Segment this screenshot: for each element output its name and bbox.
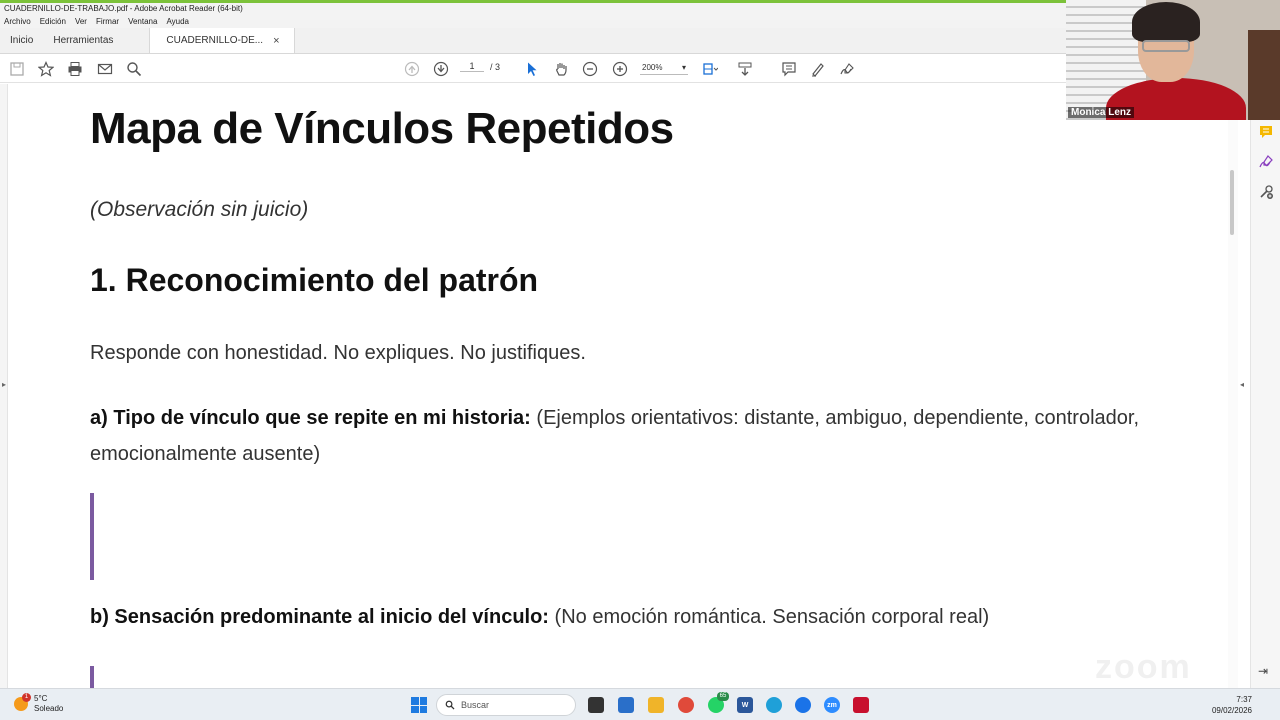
menu-firmar[interactable]: Firmar xyxy=(96,15,119,28)
intro-paragraph: Responde con honestidad. No expliques. N… xyxy=(90,342,586,364)
page-navigator: 1 / 3 xyxy=(460,61,500,72)
zoom-level-value: 200% xyxy=(642,63,663,72)
save-icon[interactable] xyxy=(8,60,26,78)
tab-document-label: CUADERNILLO-DE... xyxy=(166,34,264,46)
tab-home[interactable]: Inicio xyxy=(0,28,43,53)
question-b-label: b) Sensación predominante al inicio del … xyxy=(90,606,549,628)
select-cursor-icon[interactable] xyxy=(523,60,541,78)
folder-icon[interactable] xyxy=(648,697,664,713)
whatsapp-badge: 65 xyxy=(717,692,729,701)
page-up-icon[interactable] xyxy=(403,60,421,78)
highlight-icon[interactable] xyxy=(809,60,827,78)
hand-icon[interactable] xyxy=(552,60,570,78)
section-heading: 1. Reconocimiento del patrón xyxy=(90,262,539,298)
clock-date: 09/02/2026 xyxy=(1211,706,1252,715)
chevron-right-icon[interactable]: ▸ xyxy=(2,380,6,389)
system-clock[interactable]: 7:37 09/02/2026 xyxy=(1206,694,1252,716)
chrome-icon[interactable] xyxy=(678,697,694,713)
sun-icon: 1 xyxy=(14,693,31,711)
scroll-icon[interactable] xyxy=(736,60,754,78)
fit-page-icon[interactable] xyxy=(701,60,719,78)
taskbar: 1 5°C Soleado Buscar 65 W zm 7:37 09/02/… xyxy=(0,688,1280,720)
answer-field-b[interactable] xyxy=(90,666,94,688)
task-view-icon[interactable] xyxy=(588,697,604,713)
edge-icon[interactable] xyxy=(766,697,782,713)
page-total: / 3 xyxy=(490,61,501,72)
answer-field-a[interactable] xyxy=(90,493,94,580)
window-title: CUADERNILLO-DE-TRABAJO.pdf - Adobe Acrob… xyxy=(0,3,1066,15)
document-viewport[interactable] xyxy=(0,84,1250,688)
menu-archivo[interactable]: Archivo xyxy=(4,15,31,28)
right-tools-rail xyxy=(1250,120,1280,688)
search-placeholder: Buscar xyxy=(461,700,490,710)
word-icon[interactable]: W xyxy=(737,697,753,713)
star-icon[interactable] xyxy=(37,60,55,78)
zoom-in-icon[interactable] xyxy=(611,60,629,78)
zoom-out-icon[interactable] xyxy=(581,60,599,78)
store-icon[interactable] xyxy=(618,697,634,713)
participant-glasses xyxy=(1142,40,1190,52)
background-shelf xyxy=(1248,30,1280,120)
document-subtitle: (Observación sin juicio) xyxy=(90,198,309,221)
page-down-icon[interactable] xyxy=(432,60,450,78)
tab-document[interactable]: CUADERNILLO-DE... × xyxy=(149,28,295,54)
menu-edicion[interactable]: Edición xyxy=(40,15,66,28)
comment-tool-icon[interactable] xyxy=(1258,124,1274,140)
tab-bar: Inicio Herramientas CUADERNILLO-DE... × xyxy=(0,28,1066,54)
question-b-text: (No emoción romántica. Sensación corpora… xyxy=(554,606,990,628)
scrollbar-thumb[interactable] xyxy=(1230,170,1234,235)
weather-desc: Soleado xyxy=(34,704,64,713)
clock-time: 7:37 xyxy=(1236,695,1252,704)
menu-ver[interactable]: Ver xyxy=(75,15,87,28)
menu-ayuda[interactable]: Ayuda xyxy=(166,15,189,28)
page-number-input[interactable]: 1 xyxy=(460,61,484,72)
participant-hair xyxy=(1132,2,1200,42)
screen: CUADERNILLO-DE-TRABAJO.pdf - Adobe Acrob… xyxy=(0,0,1280,720)
menu-ventana[interactable]: Ventana xyxy=(128,15,157,28)
comment-icon[interactable] xyxy=(780,60,798,78)
menu-bar: Archivo Edición Ver Firmar Ventana Ayuda xyxy=(0,15,1066,28)
edge-alt-icon[interactable] xyxy=(795,697,811,713)
chevron-left-icon[interactable]: ◂ xyxy=(1240,380,1244,389)
weather-widget[interactable]: 1 5°C Soleado xyxy=(14,693,64,714)
weather-temp: 5°C xyxy=(34,694,48,703)
email-icon[interactable] xyxy=(96,60,114,78)
question-b: b) Sensación predominante al inicio del … xyxy=(90,606,1150,629)
tab-tools[interactable]: Herramientas xyxy=(43,28,123,53)
search-icon[interactable] xyxy=(125,60,143,78)
question-a: a) Tipo de vínculo que se repite en mi h… xyxy=(90,400,1150,472)
zoom-watermark: zoom xyxy=(1095,648,1192,686)
windows-start-icon[interactable] xyxy=(411,697,427,713)
question-a-label: a) Tipo de vínculo que se repite en mi h… xyxy=(90,407,531,429)
toolbar: 1 / 3 200% ▾ xyxy=(0,55,1066,83)
notification-badge: 1 xyxy=(22,693,31,702)
search-icon xyxy=(445,700,455,710)
more-tools-icon[interactable] xyxy=(1258,184,1274,200)
chevron-down-icon: ▾ xyxy=(681,63,686,72)
zoom-level-select[interactable]: 200% ▾ xyxy=(640,61,688,75)
participant-name: Monica Lenz xyxy=(1068,107,1135,118)
participant-video[interactable]: Monica Lenz xyxy=(1066,0,1280,120)
print-icon[interactable] xyxy=(66,60,84,78)
close-icon[interactable]: × xyxy=(273,28,279,54)
taskbar-search[interactable]: Buscar xyxy=(436,694,576,716)
expand-panel-icon[interactable]: ⇥ xyxy=(1258,664,1268,678)
sign-icon[interactable] xyxy=(838,60,856,78)
zoom-app-icon[interactable]: zm xyxy=(824,697,840,713)
document-title: Mapa de Vínculos Repetidos xyxy=(90,104,674,153)
fill-sign-icon[interactable] xyxy=(1258,154,1274,170)
acrobat-icon[interactable] xyxy=(853,697,869,713)
